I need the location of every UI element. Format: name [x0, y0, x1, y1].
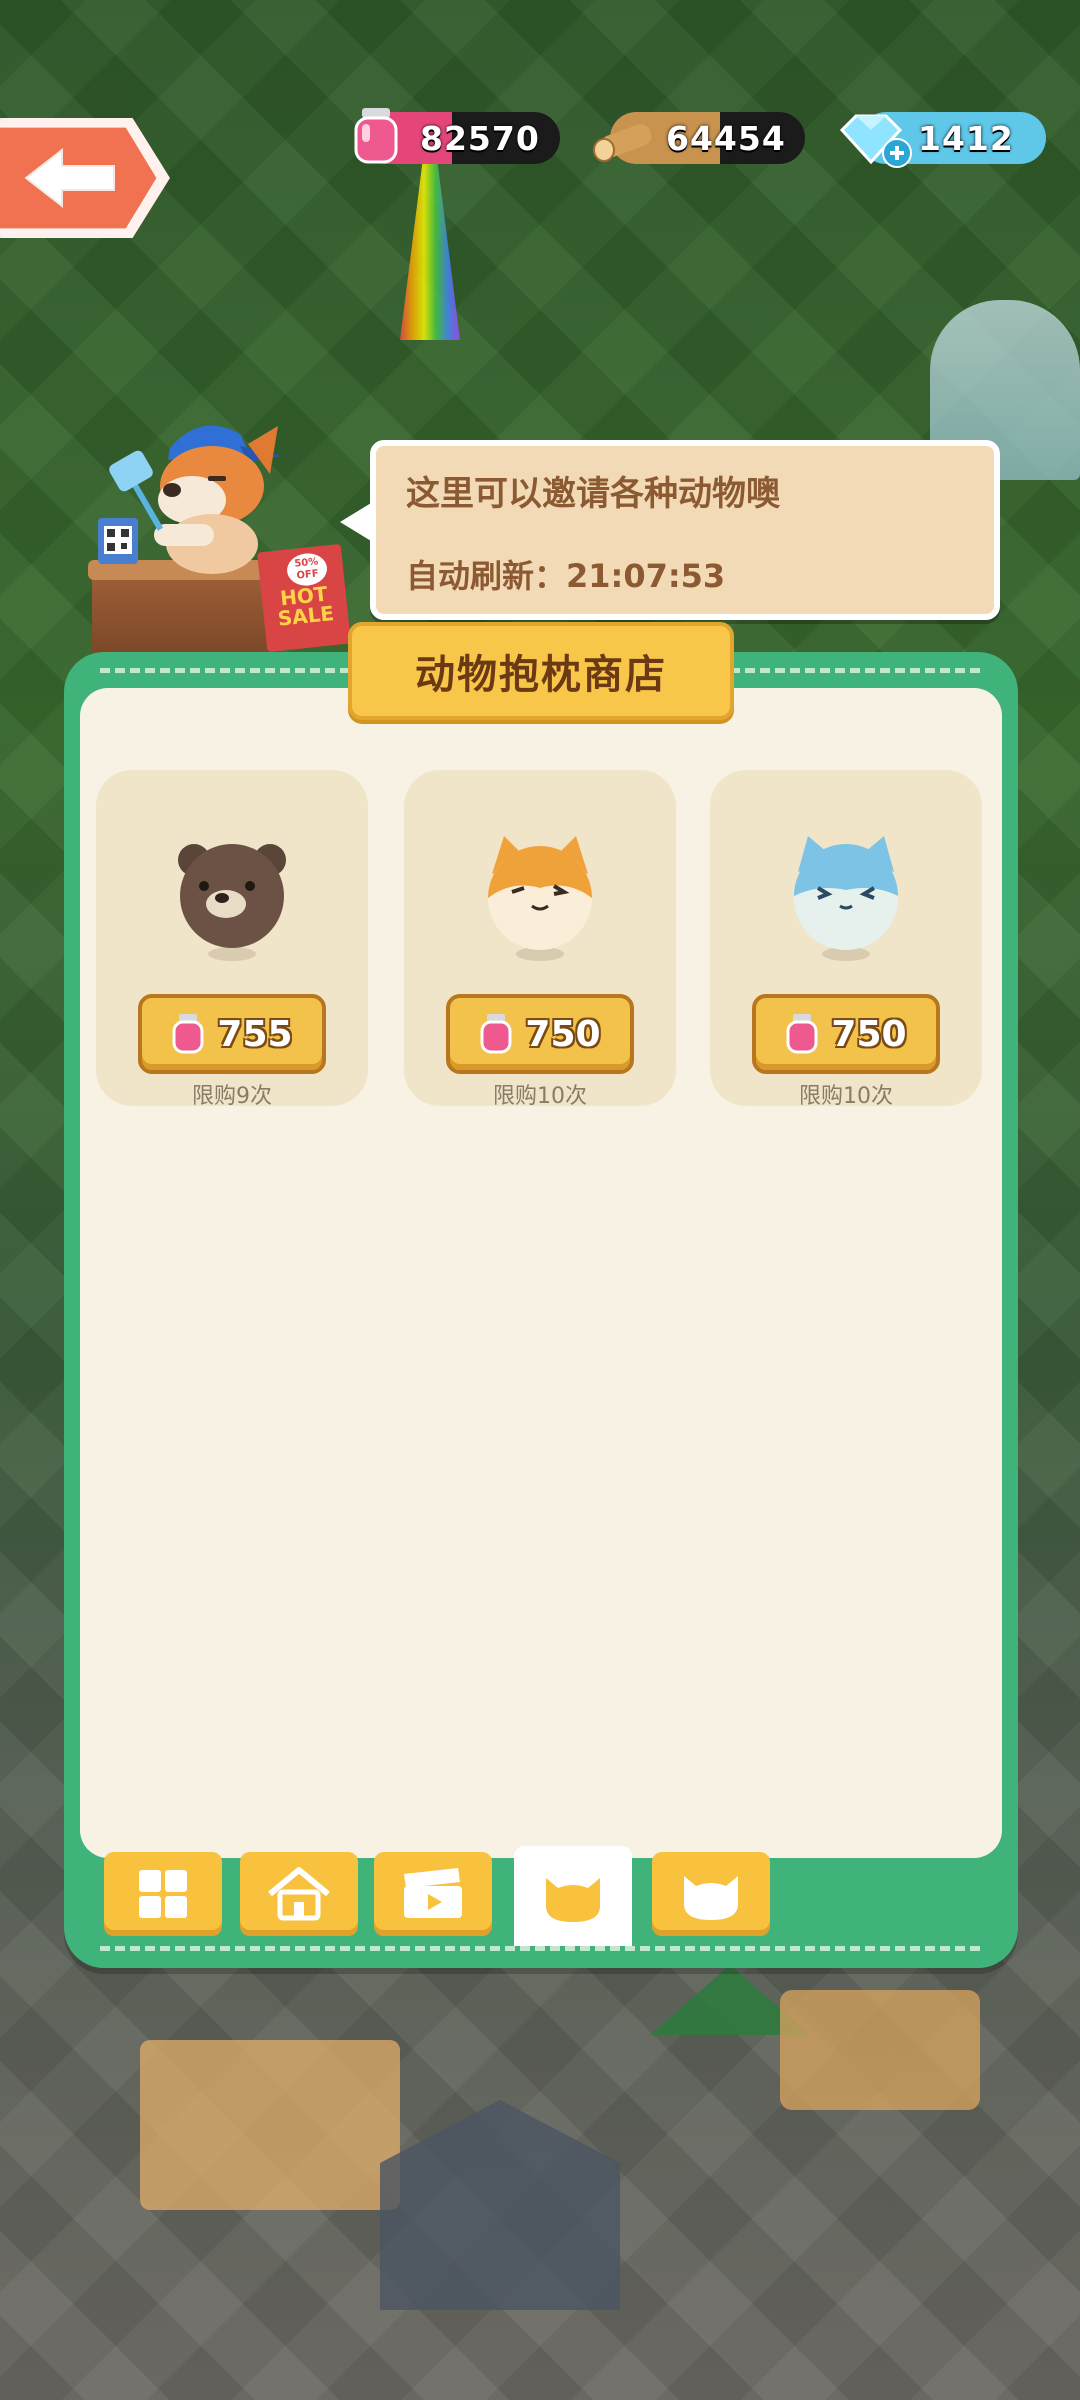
ink-jar-icon: [354, 108, 398, 164]
wood-resource-counter: 64454: [593, 112, 805, 164]
item-price: 750: [525, 1013, 601, 1055]
cat-face-icon: [546, 1878, 600, 1922]
blue-cat-pillow-icon: [794, 836, 898, 961]
item-price: 755: [217, 1013, 293, 1055]
wood-amount: 64454: [666, 118, 786, 158]
cake-stall-decoration: [140, 2040, 400, 2210]
arrow-left-icon: [24, 147, 115, 209]
ink-jar-icon: [480, 1014, 512, 1054]
purchase-limit: 限购10次: [799, 1084, 893, 1109]
hot-sale-sign: 50% OFF HOT SALE: [257, 543, 351, 653]
tab-cat-active[interactable]: [514, 1846, 632, 1946]
wood-log-icon: [593, 124, 652, 162]
house-icon: [268, 1867, 330, 1921]
buy-button[interactable]: 750: [752, 994, 940, 1074]
refresh-countdown: 自动刷新：21:07:53: [406, 557, 726, 595]
buy-button[interactable]: 755: [138, 994, 326, 1074]
tab-video[interactable]: [374, 1852, 492, 1936]
qr-code-icon: [98, 518, 138, 564]
shop-item-card[interactable]: 750 限购10次: [404, 770, 676, 1109]
tab-cat[interactable]: [652, 1852, 770, 1936]
tab-grid[interactable]: [104, 1852, 222, 1936]
bear-pillow-icon: [178, 844, 286, 961]
speech-bubble: 这里可以邀请各种动物噢 自动刷新：21:07:53: [370, 440, 1000, 620]
purchase-limit: 限购10次: [493, 1084, 587, 1109]
gem-amount: 1412: [918, 118, 1014, 158]
shiba-pillow-icon: [488, 836, 592, 961]
gem-resource-counter[interactable]: 1412: [839, 112, 1046, 168]
rainbow-tower-decoration: [400, 150, 460, 340]
ink-jar-icon: [786, 1014, 818, 1054]
bubble-message: 这里可以邀请各种动物噢: [406, 474, 780, 514]
ink-jar-icon: [172, 1014, 204, 1054]
clapperboard-icon: [404, 1868, 462, 1918]
ink-amount: 82570: [420, 118, 540, 158]
stone-house-decoration: [380, 2100, 620, 2310]
shop-item-card[interactable]: 755 限购9次: [96, 770, 368, 1109]
shop-item-card[interactable]: 750 限购10次: [710, 770, 982, 1109]
grid-icon: [139, 1870, 187, 1918]
purchase-limit: 限购9次: [192, 1084, 272, 1109]
tab-house[interactable]: [240, 1852, 358, 1936]
ink-resource-counter: 82570: [354, 108, 560, 164]
food-truck-decoration: [780, 1990, 980, 2110]
add-plus-icon[interactable]: [882, 138, 912, 168]
panel-dash-bottom: [100, 1946, 980, 1951]
item-price: 750: [831, 1013, 907, 1055]
back-button[interactable]: [0, 118, 170, 238]
buy-button[interactable]: 750: [446, 994, 634, 1074]
cat-face-outline-icon: [684, 1876, 738, 1920]
shop-title: 动物抱枕商店: [348, 622, 734, 720]
